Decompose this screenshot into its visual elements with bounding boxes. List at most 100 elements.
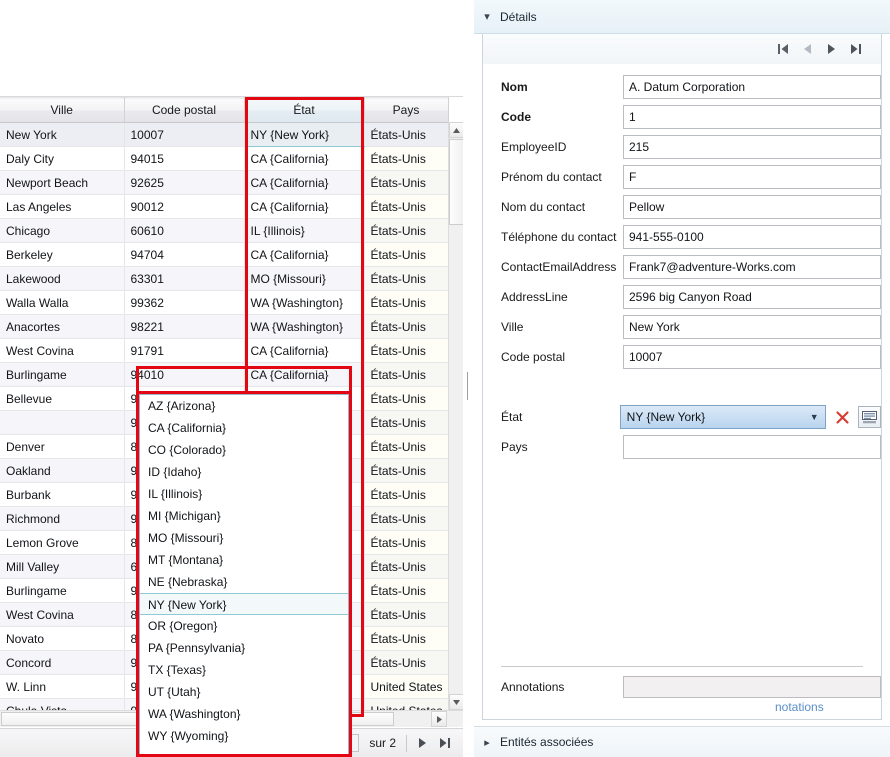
dropdown-option[interactable]: NE {Nebraska} [140, 571, 348, 593]
first-record-icon[interactable] [771, 39, 795, 59]
cell-ville[interactable]: Richmond [0, 506, 125, 531]
cell-ville[interactable]: West Covina [0, 602, 125, 627]
table-row[interactable]: New York 10007 NY {New York} États-Unis [0, 122, 449, 147]
dropdown-option[interactable]: MT {Montana} [140, 549, 348, 571]
cell-ville[interactable]: Lemon Grove [0, 530, 125, 555]
cell-cp[interactable]: 10007 [124, 122, 245, 147]
cell-pays[interactable]: États-Unis [364, 122, 449, 147]
annotations-input[interactable] [623, 676, 881, 698]
cell-ville[interactable]: New York [0, 122, 125, 147]
cell-etat[interactable]: CA {California} [244, 170, 365, 195]
field-input[interactable]: Frank7@adventure-Works.com [623, 255, 881, 279]
cell-pays[interactable]: États-Unis [364, 218, 449, 243]
cell-cp[interactable]: 92625 [124, 170, 245, 195]
table-row[interactable]: Daly City 94015 CA {California} États-Unis [0, 146, 449, 171]
dropdown-option[interactable]: OR {Oregon} [140, 615, 348, 637]
dropdown-option[interactable]: WA {Washington} [140, 703, 348, 725]
cell-pays[interactable]: États-Unis [364, 314, 449, 339]
cell-ville[interactable]: Lakewood [0, 266, 125, 291]
column-header-pays[interactable]: Pays [364, 97, 449, 123]
cell-etat[interactable]: CA {California} [244, 338, 365, 363]
table-row[interactable]: Las Angeles 90012 CA {California} États-Uni… [0, 194, 449, 219]
scroll-up-icon[interactable] [449, 122, 463, 138]
cell-pays[interactable]: États-Unis [364, 530, 449, 555]
dropdown-option[interactable]: CO {Colorado} [140, 439, 348, 461]
lookup-picker-icon[interactable] [857, 406, 882, 428]
column-header-ville[interactable]: Ville [0, 97, 125, 123]
cell-ville[interactable]: Denver [0, 434, 125, 459]
table-row[interactable]: Anacortes 98221 WA {Washington} États-Unis [0, 314, 449, 339]
cell-etat[interactable]: WA {Washington} [244, 314, 365, 339]
dropdown-option[interactable]: MI {Michigan} [140, 505, 348, 527]
cell-pays[interactable]: États-Unis [364, 266, 449, 291]
scroll-down-icon[interactable] [449, 694, 463, 710]
scrollbar-thumb[interactable] [449, 139, 463, 225]
cell-etat[interactable]: CA {California} [244, 146, 365, 171]
cell-ville[interactable]: Bellevue [0, 386, 125, 411]
field-input[interactable]: Pellow [623, 195, 881, 219]
grid-vertical-scrollbar[interactable] [448, 122, 463, 710]
cell-etat[interactable]: WA {Washington} [244, 290, 365, 315]
cell-pays[interactable]: États-Unis [364, 650, 449, 675]
cell-pays[interactable]: États-Unis [364, 434, 449, 459]
cell-etat[interactable]: CA {California} [244, 194, 365, 219]
cell-ville[interactable]: Newport Beach [0, 170, 125, 195]
cell-pays[interactable]: United States [364, 674, 449, 699]
cell-pays[interactable]: États-Unis [364, 506, 449, 531]
cell-etat[interactable]: MO {Missouri} [244, 266, 365, 291]
cell-ville[interactable]: Oakland [0, 458, 125, 483]
dropdown-option[interactable]: AZ {Arizona} [140, 395, 348, 417]
field-input[interactable]: New York [623, 315, 881, 339]
cell-pays[interactable]: États-Unis [364, 458, 449, 483]
cell-ville[interactable]: Las Angeles [0, 194, 125, 219]
table-row[interactable]: West Covina 91791 CA {California} États-Uni… [0, 338, 449, 363]
column-header-code-postal[interactable]: Code postal [124, 97, 245, 123]
dropdown-option[interactable]: TX {Texas} [140, 659, 348, 681]
dropdown-option[interactable]: NY {New York} [140, 593, 348, 615]
cell-pays[interactable]: États-Unis [364, 146, 449, 171]
next-page-icon[interactable] [412, 733, 432, 753]
table-row[interactable]: Burlingame94010CA {California}États-Unis [0, 362, 449, 387]
cell-ville[interactable]: Burlingame [0, 578, 125, 603]
annotations-link[interactable]: notations [775, 700, 824, 714]
cell-cp[interactable]: 98221 [124, 314, 245, 339]
chevron-down-icon[interactable]: ▼ [807, 412, 821, 422]
last-page-icon[interactable] [434, 733, 454, 753]
previous-record-icon[interactable] [795, 39, 819, 59]
cell-etat[interactable]: CA {California} [244, 242, 365, 267]
table-row[interactable]: Chicago 60610 IL {Illinois} États-Unis [0, 218, 449, 243]
cell-pays[interactable]: États-Unis [364, 242, 449, 267]
cell-cp[interactable]: 94010 [124, 362, 245, 387]
field-input[interactable]: 2596 big Canyon Road [623, 285, 881, 309]
cell-ville[interactable]: Anacortes [0, 314, 125, 339]
etat-dropdown-list[interactable]: AZ {Arizona} CA {California} CO {Colorado}… [139, 394, 349, 757]
cell-cp[interactable]: 99362 [124, 290, 245, 315]
cell-ville[interactable]: Novato [0, 626, 125, 651]
dropdown-option[interactable]: PA {Pennsylvania} [140, 637, 348, 659]
cell-cp[interactable]: 63301 [124, 266, 245, 291]
cell-cp[interactable]: 90012 [124, 194, 245, 219]
field-input[interactable]: 941-555-0100 [623, 225, 881, 249]
dropdown-option[interactable]: WY {Wyoming} [140, 725, 348, 747]
dropdown-option[interactable]: IL {Illinois} [140, 483, 348, 505]
chevron-right-icon[interactable]: ▸ [474, 736, 500, 749]
cell-ville[interactable]: Chicago [0, 218, 125, 243]
cell-ville[interactable]: Burbank [0, 482, 125, 507]
cell-ville[interactable] [0, 410, 125, 435]
dropdown-option[interactable]: ID {Idaho} [140, 461, 348, 483]
cell-cp[interactable]: 91791 [124, 338, 245, 363]
cell-ville[interactable]: Walla Walla [0, 290, 125, 315]
cell-ville[interactable]: Burlingame [0, 362, 125, 387]
last-record-icon[interactable] [843, 39, 867, 59]
cell-pays[interactable]: États-Unis [364, 626, 449, 651]
field-input[interactable]: 10007 [623, 345, 881, 369]
cell-cp[interactable]: 94704 [124, 242, 245, 267]
cell-pays[interactable]: États-Unis [364, 290, 449, 315]
cell-ville[interactable]: Daly City [0, 146, 125, 171]
cell-etat[interactable]: CA {California} [244, 362, 365, 387]
table-row[interactable]: Lakewood 63301 MO {Missouri} États-Unis [0, 266, 449, 291]
cell-pays[interactable]: États-Unis [364, 386, 449, 411]
cell-pays[interactable]: États-Unis [364, 362, 449, 387]
cell-ville[interactable]: Mill Valley [0, 554, 125, 579]
cell-cp[interactable]: 94015 [124, 146, 245, 171]
